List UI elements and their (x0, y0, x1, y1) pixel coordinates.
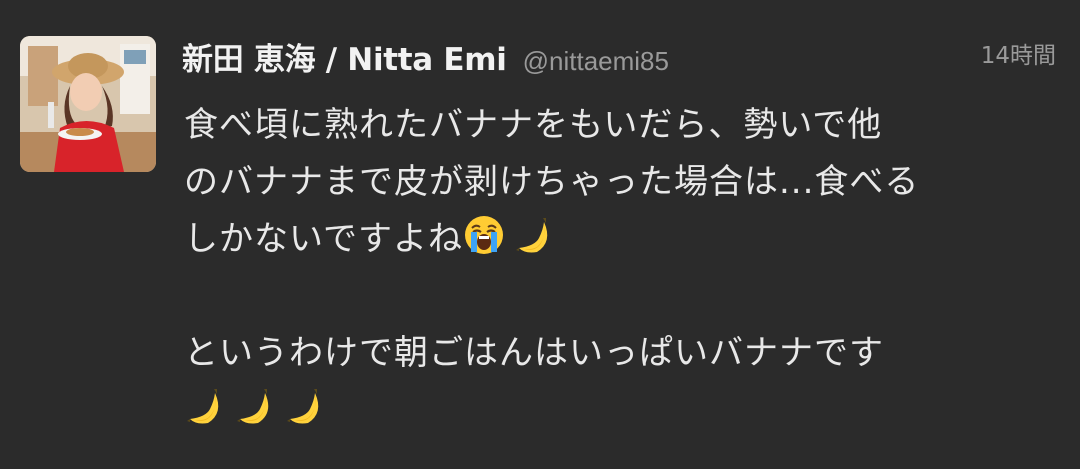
user-handle[interactable]: @nittaemi85 (523, 46, 669, 77)
banana-icon (515, 218, 548, 253)
banana-icon (187, 389, 219, 424)
tweet-text-line: のバナナまで皮が剥けちゃった場合は...食べる (184, 162, 920, 202)
banana-icon (237, 389, 269, 424)
profile-photo (20, 36, 156, 172)
tweet[interactable]: 新田 恵海 / Nitta Emi @nittaemi85 14時間 食べ頃に熟… (0, 0, 1080, 469)
tweet-emoji-line (184, 382, 1064, 439)
tweet-text: しかないですよね (184, 219, 463, 259)
tweet-text-line: しかないですよね (184, 211, 1064, 268)
loudly-crying-face-icon (464, 216, 503, 254)
tweet-text-line: 食べ頃に熟れたバナナをもいだら、勢いで他 (184, 105, 883, 145)
tweet-header: 新田 恵海 / Nitta Emi @nittaemi85 (182, 34, 669, 86)
tweet-body: 食べ頃に熟れたバナナをもいだら、勢いで他 のバナナまで皮が剥けちゃった場合は..… (184, 97, 1064, 439)
tweet-text-line: というわけで朝ごはんはいっぱいバナナです (184, 333, 884, 373)
display-name[interactable]: 新田 恵海 / Nitta Emi (182, 34, 507, 79)
avatar[interactable] (20, 36, 156, 172)
timestamp[interactable]: 14時間 (981, 36, 1056, 70)
banana-icon (287, 389, 319, 424)
